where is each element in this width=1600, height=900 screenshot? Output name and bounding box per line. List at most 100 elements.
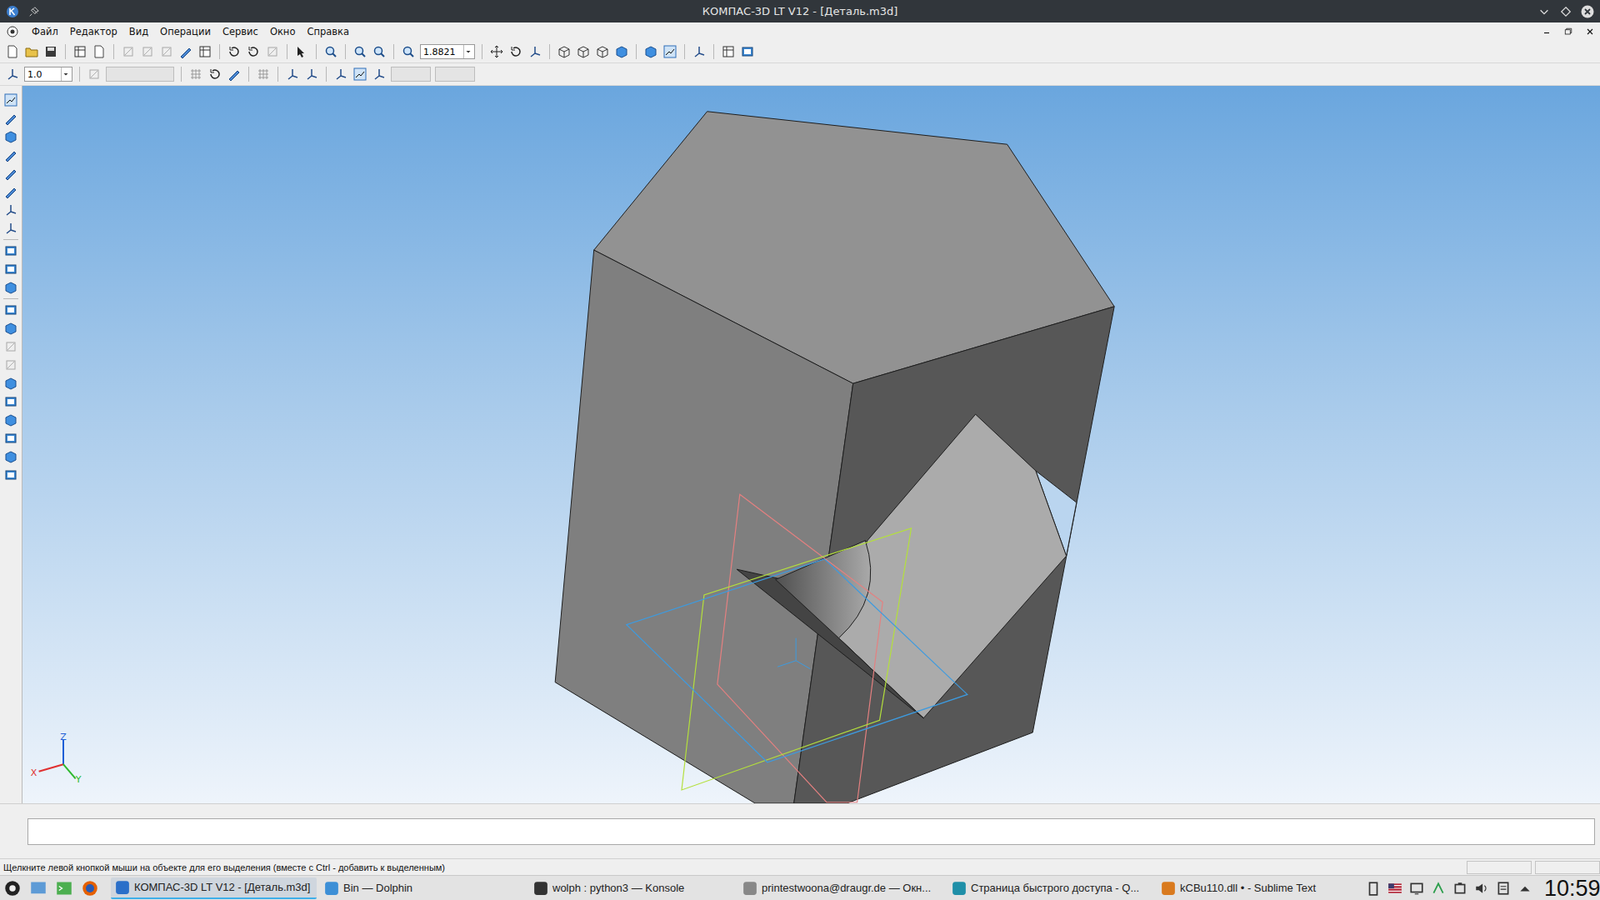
wedge-face[interactable] — [736, 540, 924, 719]
act-icon[interactable] — [352, 66, 368, 82]
menu-item[interactable]: Операции — [160, 25, 211, 38]
ax-icon[interactable] — [371, 66, 387, 82]
doc-icon[interactable] — [5, 44, 20, 60]
grey-icon[interactable] — [265, 44, 280, 60]
notes-icon[interactable] — [1495, 880, 1511, 896]
menu-item[interactable]: Справка — [306, 25, 350, 38]
act-icon[interactable] — [3, 92, 19, 108]
zoom-icon[interactable] — [371, 44, 387, 60]
menu-item[interactable]: Окно — [270, 25, 296, 38]
axis-x[interactable] — [39, 764, 64, 772]
tool-icon[interactable] — [3, 261, 19, 277]
open-icon[interactable] — [24, 44, 40, 60]
cube-icon[interactable] — [556, 44, 572, 60]
plane-yz[interactable] — [681, 528, 912, 790]
help-icon[interactable] — [294, 44, 310, 60]
step-field[interactable]: 1.0 — [24, 66, 73, 82]
dropdown-arrow-icon[interactable] — [463, 45, 472, 59]
app-menu-icon[interactable] — [3, 880, 22, 896]
menu-item[interactable]: Редактор — [70, 25, 118, 38]
tool-icon[interactable] — [740, 44, 755, 60]
grey-icon[interactable] — [3, 339, 19, 355]
tool-icon[interactable] — [3, 302, 19, 318]
sk-icon[interactable] — [3, 165, 19, 181]
blue-icon[interactable] — [3, 412, 19, 428]
tool-icon[interactable] — [3, 467, 19, 483]
pin-icon[interactable] — [26, 4, 42, 20]
taskbar-item[interactable]: Bin — Dolphin — [320, 877, 526, 900]
blue-icon[interactable] — [614, 44, 630, 60]
rot-icon[interactable] — [207, 66, 223, 82]
grey-icon[interactable] — [140, 44, 155, 60]
document-menu-icon[interactable] — [5, 24, 20, 40]
origin-axes[interactable] — [777, 638, 810, 670]
blue-icon[interactable] — [3, 375, 19, 391]
ax-icon[interactable] — [691, 44, 707, 60]
ax-icon[interactable] — [3, 220, 19, 236]
sk-icon[interactable] — [3, 184, 19, 200]
tray-expand-icon[interactable] — [1517, 880, 1533, 896]
kompas-logo-icon[interactable] — [5, 4, 20, 20]
save-icon[interactable] — [43, 44, 59, 60]
zoom-icon[interactable] — [352, 44, 368, 60]
tbl-icon[interactable] — [72, 44, 88, 60]
tool-icon[interactable] — [3, 243, 19, 259]
mdi-close-icon[interactable] — [1585, 24, 1595, 40]
sk-icon[interactable] — [3, 110, 19, 126]
grey-icon[interactable] — [120, 44, 136, 60]
close-icon[interactable] — [1580, 4, 1595, 20]
blue-icon[interactable] — [643, 44, 659, 60]
coordinate-icon[interactable] — [5, 66, 20, 82]
act-icon[interactable] — [662, 44, 678, 60]
ax-icon[interactable] — [527, 44, 543, 60]
layer-icon[interactable] — [86, 66, 102, 82]
tool-icon[interactable] — [3, 394, 19, 410]
model-canvas[interactable]: ZXY — [22, 85, 1600, 804]
ax-icon[interactable] — [333, 66, 349, 82]
tool-icon[interactable] — [3, 430, 19, 446]
mdi-restore-icon[interactable] — [1563, 24, 1574, 40]
ax-icon[interactable] — [3, 202, 19, 218]
model-viewport[interactable]: ZXY — [22, 85, 1600, 804]
clipboard-icon[interactable] — [1365, 880, 1381, 896]
firefox-icon[interactable] — [80, 880, 100, 896]
zoom-icon[interactable] — [400, 44, 416, 60]
menu-item[interactable]: Файл — [31, 25, 59, 38]
rot-icon[interactable] — [245, 44, 261, 60]
minimize-icon[interactable] — [1536, 4, 1552, 20]
menu-item[interactable]: Вид — [129, 25, 149, 38]
sk-icon[interactable] — [178, 44, 194, 60]
doc-icon[interactable] — [91, 44, 107, 60]
rot-icon[interactable] — [508, 44, 524, 60]
move-icon[interactable] — [489, 44, 505, 60]
tbl-icon[interactable] — [197, 44, 213, 60]
taskbar-item[interactable]: printestwoona@draugr.de — Окн... — [738, 877, 945, 900]
ax-icon[interactable] — [285, 66, 300, 82]
menu-item[interactable]: Сервис — [222, 25, 259, 38]
grid-icon[interactable] — [255, 66, 271, 82]
cube-icon[interactable] — [575, 44, 591, 60]
zoom-icon[interactable] — [323, 44, 339, 60]
plane-zx[interactable] — [717, 494, 883, 803]
keyboard-layout-icon[interactable] — [1387, 880, 1403, 896]
terminal-icon[interactable] — [55, 880, 74, 896]
blue-icon[interactable] — [3, 320, 19, 336]
plane-xy[interactable] — [626, 559, 968, 763]
grey-icon[interactable] — [159, 44, 175, 60]
tbl-icon[interactable] — [720, 44, 736, 60]
rot-icon[interactable] — [226, 44, 242, 60]
axis-z[interactable] — [62, 740, 65, 765]
zoom-field[interactable]: 1.8821 — [420, 44, 475, 60]
connection-icon[interactable] — [1430, 880, 1446, 896]
taskbar-item[interactable]: wolph : python3 — Konsole — [529, 877, 735, 900]
command-field[interactable] — [27, 818, 1595, 845]
blue-icon[interactable] — [3, 280, 19, 295]
taskbar-item[interactable]: kCBu110.dll • - Sublime Text — [1156, 877, 1363, 900]
dropdown-arrow-icon[interactable] — [60, 67, 70, 81]
taskbar-item[interactable]: Страница быстрого доступа - Q... — [947, 877, 1154, 900]
cube-icon[interactable] — [595, 44, 610, 60]
taskbar-item[interactable]: КОМПАС-3D LT V12 - [Деталь.m3d] — [110, 877, 317, 900]
clock[interactable]: 10:59 — [1539, 876, 1600, 900]
sk-icon[interactable] — [226, 66, 242, 82]
sk-icon[interactable] — [3, 147, 19, 163]
